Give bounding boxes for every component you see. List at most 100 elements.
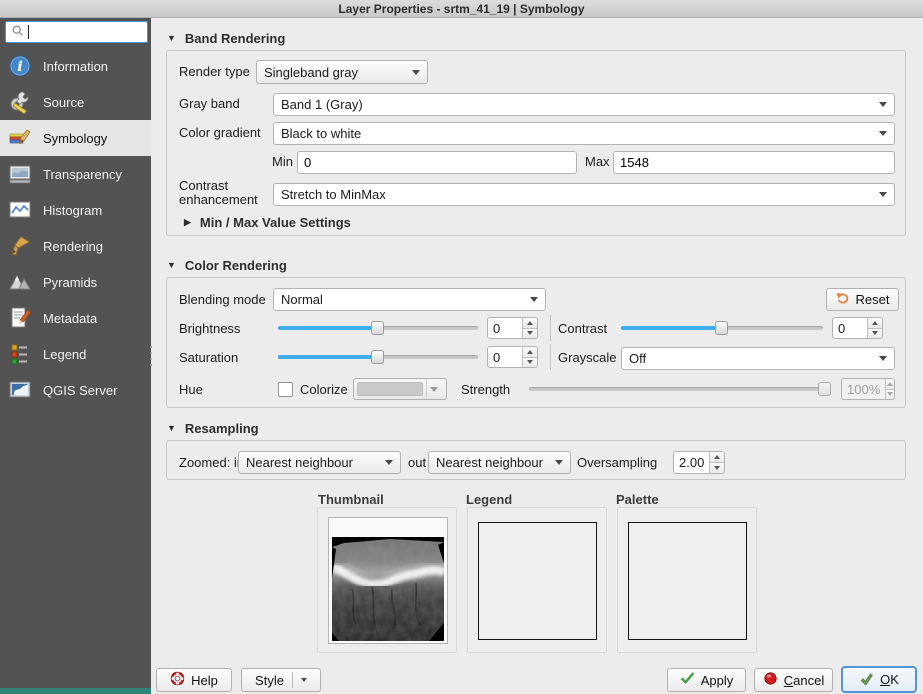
sidebar-item-rendering[interactable]: Rendering bbox=[0, 228, 151, 264]
divider bbox=[292, 672, 293, 688]
contrast-slider[interactable] bbox=[621, 320, 823, 336]
spin-down-button[interactable] bbox=[710, 462, 724, 473]
sidebar-item-label: Information bbox=[43, 59, 108, 74]
minmax-settings-header[interactable]: ▶ Min / Max Value Settings bbox=[184, 215, 351, 230]
minmax-settings-title: Min / Max Value Settings bbox=[200, 215, 351, 230]
reset-button[interactable]: Reset bbox=[826, 288, 899, 311]
map-canvas-strip bbox=[0, 688, 151, 694]
spin-down-button[interactable] bbox=[868, 328, 882, 339]
color-gradient-combo[interactable]: Black to white bbox=[273, 122, 895, 145]
sidebar-item-label: Pyramids bbox=[43, 275, 97, 290]
rendering-icon bbox=[8, 234, 32, 258]
colorize-checkbox[interactable] bbox=[278, 382, 293, 397]
saturation-spinbox[interactable]: 0 bbox=[487, 346, 538, 368]
resampling-title: Resampling bbox=[185, 421, 259, 436]
sidebar-item-label: Rendering bbox=[43, 239, 103, 254]
resampling-header[interactable]: ▼ Resampling bbox=[167, 421, 259, 436]
slider-handle[interactable] bbox=[715, 321, 728, 335]
zoomed-out-label: out bbox=[408, 455, 426, 471]
cancel-button[interactable]: Cancel bbox=[754, 668, 833, 692]
sidebar-search-box[interactable] bbox=[5, 21, 148, 43]
strength-slider[interactable] bbox=[529, 381, 831, 397]
spin-up-button[interactable] bbox=[523, 318, 537, 328]
cancel-red-circle-icon bbox=[763, 671, 778, 689]
sidebar-item-symbology[interactable]: Symbology bbox=[0, 120, 151, 156]
oversampling-label: Oversampling bbox=[577, 455, 657, 471]
collapse-open-icon: ▼ bbox=[167, 261, 176, 270]
contrast-label: Contrast bbox=[558, 321, 607, 337]
qgis-server-icon bbox=[8, 378, 32, 402]
max-input[interactable] bbox=[613, 151, 895, 174]
contrast-enhancement-combo[interactable]: Stretch to MinMax bbox=[273, 183, 895, 206]
spin-up-button[interactable] bbox=[523, 347, 537, 357]
thumbnail-label: Thumbnail bbox=[318, 492, 384, 507]
source-icon bbox=[8, 90, 32, 114]
brightness-spinbox[interactable]: 0 bbox=[487, 317, 538, 339]
chevron-down-icon bbox=[879, 192, 887, 197]
sidebar-item-transparency[interactable]: Transparency bbox=[0, 156, 151, 192]
spin-up-button[interactable] bbox=[868, 318, 882, 328]
spin-down-button[interactable] bbox=[523, 357, 537, 368]
strength-label: Strength bbox=[461, 382, 510, 398]
render-type-combo[interactable]: Singleband gray bbox=[256, 60, 428, 84]
reset-undo-icon bbox=[836, 291, 850, 308]
sidebar-item-pyramids[interactable]: Pyramids bbox=[0, 264, 151, 300]
color-rendering-header[interactable]: ▼ Color Rendering bbox=[167, 258, 287, 273]
sidebar-item-qgis-server[interactable]: QGIS Server bbox=[0, 372, 151, 408]
apply-button[interactable]: Apply bbox=[667, 668, 746, 692]
sidebar: i Information SourceSymbologyTransparency H… bbox=[0, 18, 151, 688]
band-rendering-title: Band Rendering bbox=[185, 31, 285, 46]
spin-up-button[interactable] bbox=[886, 379, 894, 389]
blending-mode-combo[interactable]: Normal bbox=[273, 288, 546, 311]
sidebar-item-information[interactable]: i Information bbox=[0, 48, 151, 84]
colorize-color-button[interactable] bbox=[353, 378, 447, 400]
color-rendering-title: Color Rendering bbox=[185, 258, 287, 273]
sidebar-item-source[interactable]: Source bbox=[0, 84, 151, 120]
color-swatch bbox=[357, 382, 423, 396]
sidebar-item-label: Histogram bbox=[43, 203, 102, 218]
spin-down-button[interactable] bbox=[886, 389, 894, 400]
sidebar-item-legend[interactable]: Legend bbox=[0, 336, 151, 372]
colorize-label: Colorize bbox=[300, 382, 348, 398]
splitter-handle[interactable] bbox=[148, 346, 154, 366]
help-button[interactable]: Help bbox=[156, 668, 232, 692]
zoomed-out-combo[interactable]: Nearest neighbour bbox=[428, 451, 571, 474]
chevron-down-icon bbox=[879, 131, 887, 136]
gray-band-combo[interactable]: Band 1 (Gray) bbox=[273, 93, 895, 116]
strength-spinbox[interactable]: 100% bbox=[841, 378, 895, 400]
slider-handle[interactable] bbox=[371, 350, 384, 364]
style-button[interactable]: Style bbox=[241, 668, 321, 692]
resampling-frame: Zoomed: in Nearest neighbour out Nearest… bbox=[166, 440, 906, 480]
saturation-slider[interactable] bbox=[278, 349, 478, 365]
ok-button[interactable]: OK bbox=[841, 666, 917, 693]
search-input[interactable] bbox=[34, 25, 142, 40]
grayscale-combo[interactable]: Off bbox=[621, 347, 895, 370]
thumbnail-box bbox=[317, 507, 457, 653]
pyramids-icon bbox=[8, 270, 32, 294]
chevron-down-icon bbox=[879, 356, 887, 361]
brightness-slider[interactable] bbox=[278, 320, 478, 336]
spin-down-button[interactable] bbox=[523, 328, 537, 339]
apply-check-icon bbox=[680, 671, 695, 689]
legend-box bbox=[467, 507, 607, 653]
spin-up-button[interactable] bbox=[710, 452, 724, 462]
sidebar-item-histogram[interactable]: Histogram bbox=[0, 192, 151, 228]
oversampling-spinbox[interactable]: 2.00 bbox=[673, 451, 725, 474]
slider-handle[interactable] bbox=[818, 382, 831, 396]
sidebar-item-metadata[interactable]: Metadata bbox=[0, 300, 151, 336]
chevron-down-icon bbox=[879, 102, 887, 107]
min-label: Min bbox=[267, 154, 293, 170]
max-label: Max bbox=[585, 154, 610, 170]
metadata-icon bbox=[8, 306, 32, 330]
palette-preview bbox=[628, 522, 747, 640]
divider bbox=[550, 315, 551, 341]
slider-handle[interactable] bbox=[371, 321, 384, 335]
min-input[interactable] bbox=[297, 151, 577, 174]
contrast-spinbox[interactable]: 0 bbox=[832, 317, 883, 339]
chevron-down-icon bbox=[426, 379, 441, 399]
thumbnail-frame bbox=[328, 517, 448, 644]
zoomed-in-combo[interactable]: Nearest neighbour bbox=[238, 451, 401, 474]
svg-text:i: i bbox=[17, 59, 22, 75]
ok-check-icon bbox=[859, 671, 874, 689]
band-rendering-header[interactable]: ▼ Band Rendering bbox=[167, 31, 285, 46]
